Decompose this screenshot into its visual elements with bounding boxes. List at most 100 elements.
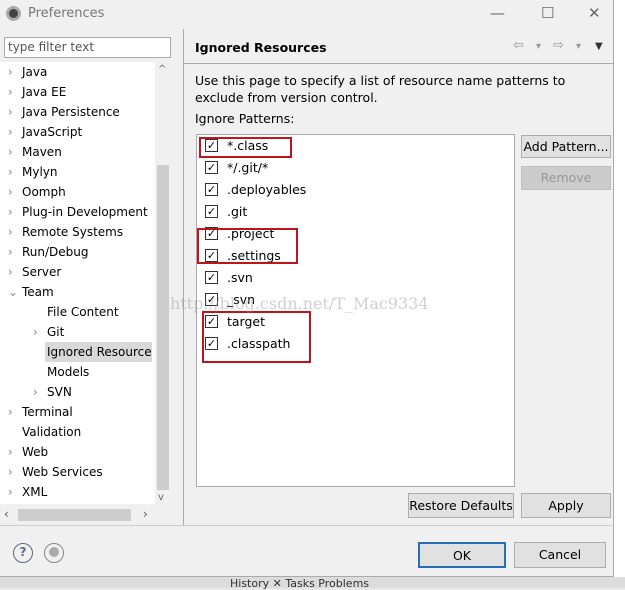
tree-scroll-thumb[interactable]	[157, 165, 169, 490]
expand-chevron-icon[interactable]: ›	[8, 482, 22, 502]
tree-item[interactable]: Ignored Resource	[45, 342, 152, 362]
filter-input[interactable]: type filter text	[4, 37, 171, 58]
view-menu-icon[interactable]: ▼	[595, 41, 603, 52]
tree-item[interactable]: › Java EE	[8, 82, 66, 102]
maximize-button[interactable]: ☐	[541, 4, 554, 22]
watermark: http://blog.csdn.net/T_Mac9334	[170, 294, 429, 313]
page-title: Ignored Resources	[195, 40, 327, 55]
expand-chevron-icon[interactable]: ›	[8, 222, 22, 242]
pattern-text: .git	[227, 204, 248, 219]
expand-chevron-icon[interactable]: ›	[8, 402, 22, 422]
pattern-row[interactable]: ✓ .git	[205, 201, 247, 223]
tree-item[interactable]: › Server	[8, 262, 61, 282]
ok-button[interactable]: OK	[418, 542, 506, 568]
help-icon[interactable]: ?	[13, 543, 33, 563]
background-editor	[614, 0, 625, 588]
tree-item-label: Web	[22, 445, 49, 459]
expand-chevron-icon[interactable]: ›	[33, 382, 47, 402]
tree-item[interactable]: › Java Persistence	[8, 102, 120, 122]
pattern-checkbox[interactable]: ✓	[205, 183, 218, 196]
tree-item-label: Run/Debug	[22, 245, 89, 259]
expand-chevron-icon[interactable]: ›	[8, 182, 22, 202]
forward-icon[interactable]: ⇨	[553, 38, 564, 53]
expand-chevron-icon[interactable]: ›	[8, 262, 22, 282]
tree-hscroll-thumb[interactable]	[18, 509, 131, 521]
scroll-down-icon[interactable]: v	[158, 492, 164, 503]
expand-chevron-icon[interactable]: ›	[8, 82, 22, 102]
tree-item-label: XML	[22, 485, 48, 499]
back-dropdown-icon[interactable]: ▾	[536, 41, 541, 52]
expand-chevron-icon[interactable]: ›	[8, 62, 22, 82]
expand-chevron-icon[interactable]: ›	[8, 442, 22, 462]
pattern-text: .deployables	[227, 182, 307, 197]
scroll-right-icon[interactable]: ›	[143, 507, 148, 521]
tree-item[interactable]: › JavaScript	[8, 122, 82, 142]
close-button[interactable]: ✕	[588, 4, 601, 22]
apply-button[interactable]: Apply	[521, 493, 611, 518]
expand-chevron-icon[interactable]: ⌄	[8, 282, 22, 302]
expand-chevron-icon[interactable]: ›	[8, 162, 22, 182]
forward-dropdown-icon[interactable]: ▾	[576, 41, 581, 52]
tree-item-label: Validation	[22, 425, 82, 439]
tree-item[interactable]: › Maven	[8, 142, 62, 162]
tree-item-label: JavaScript	[22, 125, 83, 139]
expand-chevron-icon[interactable]: ›	[8, 202, 22, 222]
tree-item[interactable]: › Web	[8, 442, 48, 462]
tree-item[interactable]: › Remote Systems	[8, 222, 123, 242]
tree-item[interactable]: File Content	[33, 302, 119, 322]
minimize-button[interactable]: —	[490, 4, 505, 22]
add-pattern-button[interactable]: Add Pattern...	[521, 135, 611, 158]
pattern-row[interactable]: ✓ .deployables	[205, 179, 306, 201]
import-export-icon[interactable]	[44, 543, 64, 563]
expand-chevron-icon[interactable]: ›	[8, 102, 22, 122]
tree-item-label: Mylyn	[22, 165, 58, 179]
background-tabs: History ✕ Tasks Problems	[0, 577, 625, 590]
tree-item[interactable]: Validation	[8, 422, 81, 442]
tree-item[interactable]: › Oomph	[8, 182, 66, 202]
pattern-text: .svn	[227, 270, 253, 285]
tree-item[interactable]: › Terminal	[8, 402, 73, 422]
tree-item[interactable]: › Run/Debug	[8, 242, 89, 262]
tree-item-label: Web Services	[22, 465, 103, 479]
button-bar-divider	[0, 525, 614, 526]
highlight-box	[197, 228, 298, 264]
restore-defaults-button[interactable]: Restore Defaults	[408, 493, 514, 518]
remove-button[interactable]: Remove	[521, 166, 611, 190]
tree-item-label: Java	[22, 65, 48, 79]
expand-chevron-icon[interactable]: ›	[8, 122, 22, 142]
preference-tree: › Java › Java EE › Java Persistence › JavaScrip…	[0, 62, 155, 504]
cancel-button[interactable]: Cancel	[514, 542, 606, 568]
scroll-up-icon[interactable]: ^	[158, 64, 166, 75]
tree-item-label: Server	[22, 265, 62, 279]
highlight-box	[202, 311, 311, 363]
tree-item-label: Models	[47, 365, 90, 379]
tree-item-label: SVN	[47, 385, 72, 399]
tree-item-label: Java EE	[22, 85, 67, 99]
tree-item[interactable]: › Plug-in Development	[8, 202, 148, 222]
pattern-checkbox[interactable]: ✓	[205, 205, 218, 218]
scroll-left-icon[interactable]: ‹	[4, 507, 9, 521]
tree-item[interactable]: › Java	[8, 62, 47, 82]
tree-item[interactable]: › SVN	[33, 382, 72, 402]
pattern-row[interactable]: ✓ */.git/*	[205, 157, 268, 179]
tree-item-label: Java Persistence	[22, 105, 120, 119]
tree-item[interactable]: › XML	[8, 482, 47, 502]
pattern-checkbox[interactable]: ✓	[205, 271, 218, 284]
eclipse-icon	[6, 6, 21, 21]
tree-item-label: Ignored Resource	[47, 345, 152, 359]
tree-item[interactable]: › Web Services	[8, 462, 103, 482]
pattern-row[interactable]: ✓ .svn	[205, 267, 253, 289]
sash-divider[interactable]	[183, 29, 184, 525]
tree-item[interactable]: ⌄ Team	[8, 282, 54, 302]
tree-item[interactable]: › Mylyn	[8, 162, 58, 182]
back-icon[interactable]: ⇦	[513, 38, 524, 53]
tree-item[interactable]: Models	[33, 362, 89, 382]
tree-item[interactable]: › Git	[33, 322, 64, 342]
tree-item-label: Plug-in Development	[22, 205, 148, 219]
tree-item-label: Git	[47, 325, 65, 339]
pattern-checkbox[interactable]: ✓	[205, 161, 218, 174]
expand-chevron-icon[interactable]: ›	[8, 242, 22, 262]
expand-chevron-icon[interactable]: ›	[33, 322, 47, 342]
expand-chevron-icon[interactable]: ›	[8, 462, 22, 482]
expand-chevron-icon[interactable]: ›	[8, 142, 22, 162]
